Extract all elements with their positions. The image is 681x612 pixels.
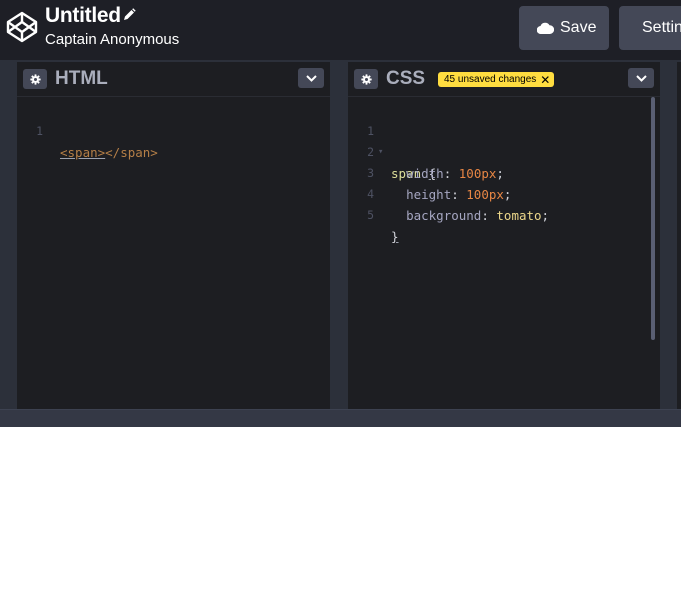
- gear-icon: [29, 73, 41, 85]
- css-settings-button[interactable]: [354, 69, 378, 89]
- chevron-down-icon: [305, 74, 317, 82]
- unsaved-changes-label: 45 unsaved changes: [444, 74, 537, 85]
- unsaved-changes-badge[interactable]: 45 unsaved changes ✕: [438, 72, 555, 87]
- html-settings-button[interactable]: [23, 69, 47, 89]
- gear-icon: [360, 73, 372, 85]
- html-pane-header: HTML: [17, 62, 330, 97]
- settings-button[interactable]: Settings: [619, 6, 681, 50]
- settings-button-label: Settings: [642, 19, 681, 36]
- span-open-tag: <span>: [60, 145, 106, 160]
- save-button-label: Save: [560, 19, 597, 36]
- line-number: 1: [36, 124, 43, 138]
- code-line: 1 ▾ span {: [348, 100, 660, 181]
- save-button[interactable]: Save: [519, 6, 609, 50]
- code-line: 2 width: 100px;: [348, 121, 660, 181]
- code-line: 1 <span></span>: [17, 100, 330, 160]
- js-editor-pane-edge: [677, 62, 681, 409]
- code-text: background: tomato;: [406, 208, 550, 223]
- top-header: Untitled Captain Anonymous Save Settings: [0, 0, 681, 60]
- html-pane-menu-button[interactable]: [298, 68, 324, 88]
- css-pane-title: CSS: [386, 68, 426, 89]
- css-pane-header: CSS 45 unsaved changes ✕: [348, 62, 660, 97]
- line-number: 5: [367, 208, 374, 222]
- codepen-logo-icon[interactable]: [6, 11, 38, 43]
- code-text: }: [391, 226, 399, 247]
- html-editor-pane: HTML 1 <span></span>: [17, 62, 330, 409]
- css-pane-menu-button[interactable]: [628, 68, 654, 88]
- span-close-tag: </span>: [105, 145, 158, 160]
- css-property: background: [406, 208, 482, 223]
- pen-title[interactable]: Untitled: [45, 4, 121, 28]
- html-code-editor[interactable]: 1 <span></span>: [17, 100, 330, 160]
- html-pane-title: HTML: [55, 68, 108, 89]
- css-editor-pane: CSS 45 unsaved changes ✕ 1 ▾ span { 2 wi…: [348, 62, 660, 409]
- css-value: tomato: [496, 208, 542, 223]
- css-code-editor[interactable]: 1 ▾ span { 2 width: 100px; 3 height: 100…: [348, 100, 660, 244]
- close-brace: }: [391, 229, 399, 244]
- bottom-resize-bar[interactable]: [0, 409, 681, 427]
- code-text: <span></span>: [60, 142, 158, 163]
- code-line: 4 background: tomato;: [348, 163, 660, 223]
- code-line: 5 }: [348, 184, 660, 244]
- code-line: 3 height: 100px;: [348, 142, 660, 202]
- close-icon[interactable]: ✕: [540, 74, 550, 86]
- author-name[interactable]: Captain Anonymous: [45, 31, 179, 48]
- pencil-icon[interactable]: [121, 7, 137, 23]
- chevron-down-icon: [635, 74, 647, 82]
- css-scrollbar[interactable]: [651, 97, 655, 340]
- cloud-icon: [537, 22, 554, 34]
